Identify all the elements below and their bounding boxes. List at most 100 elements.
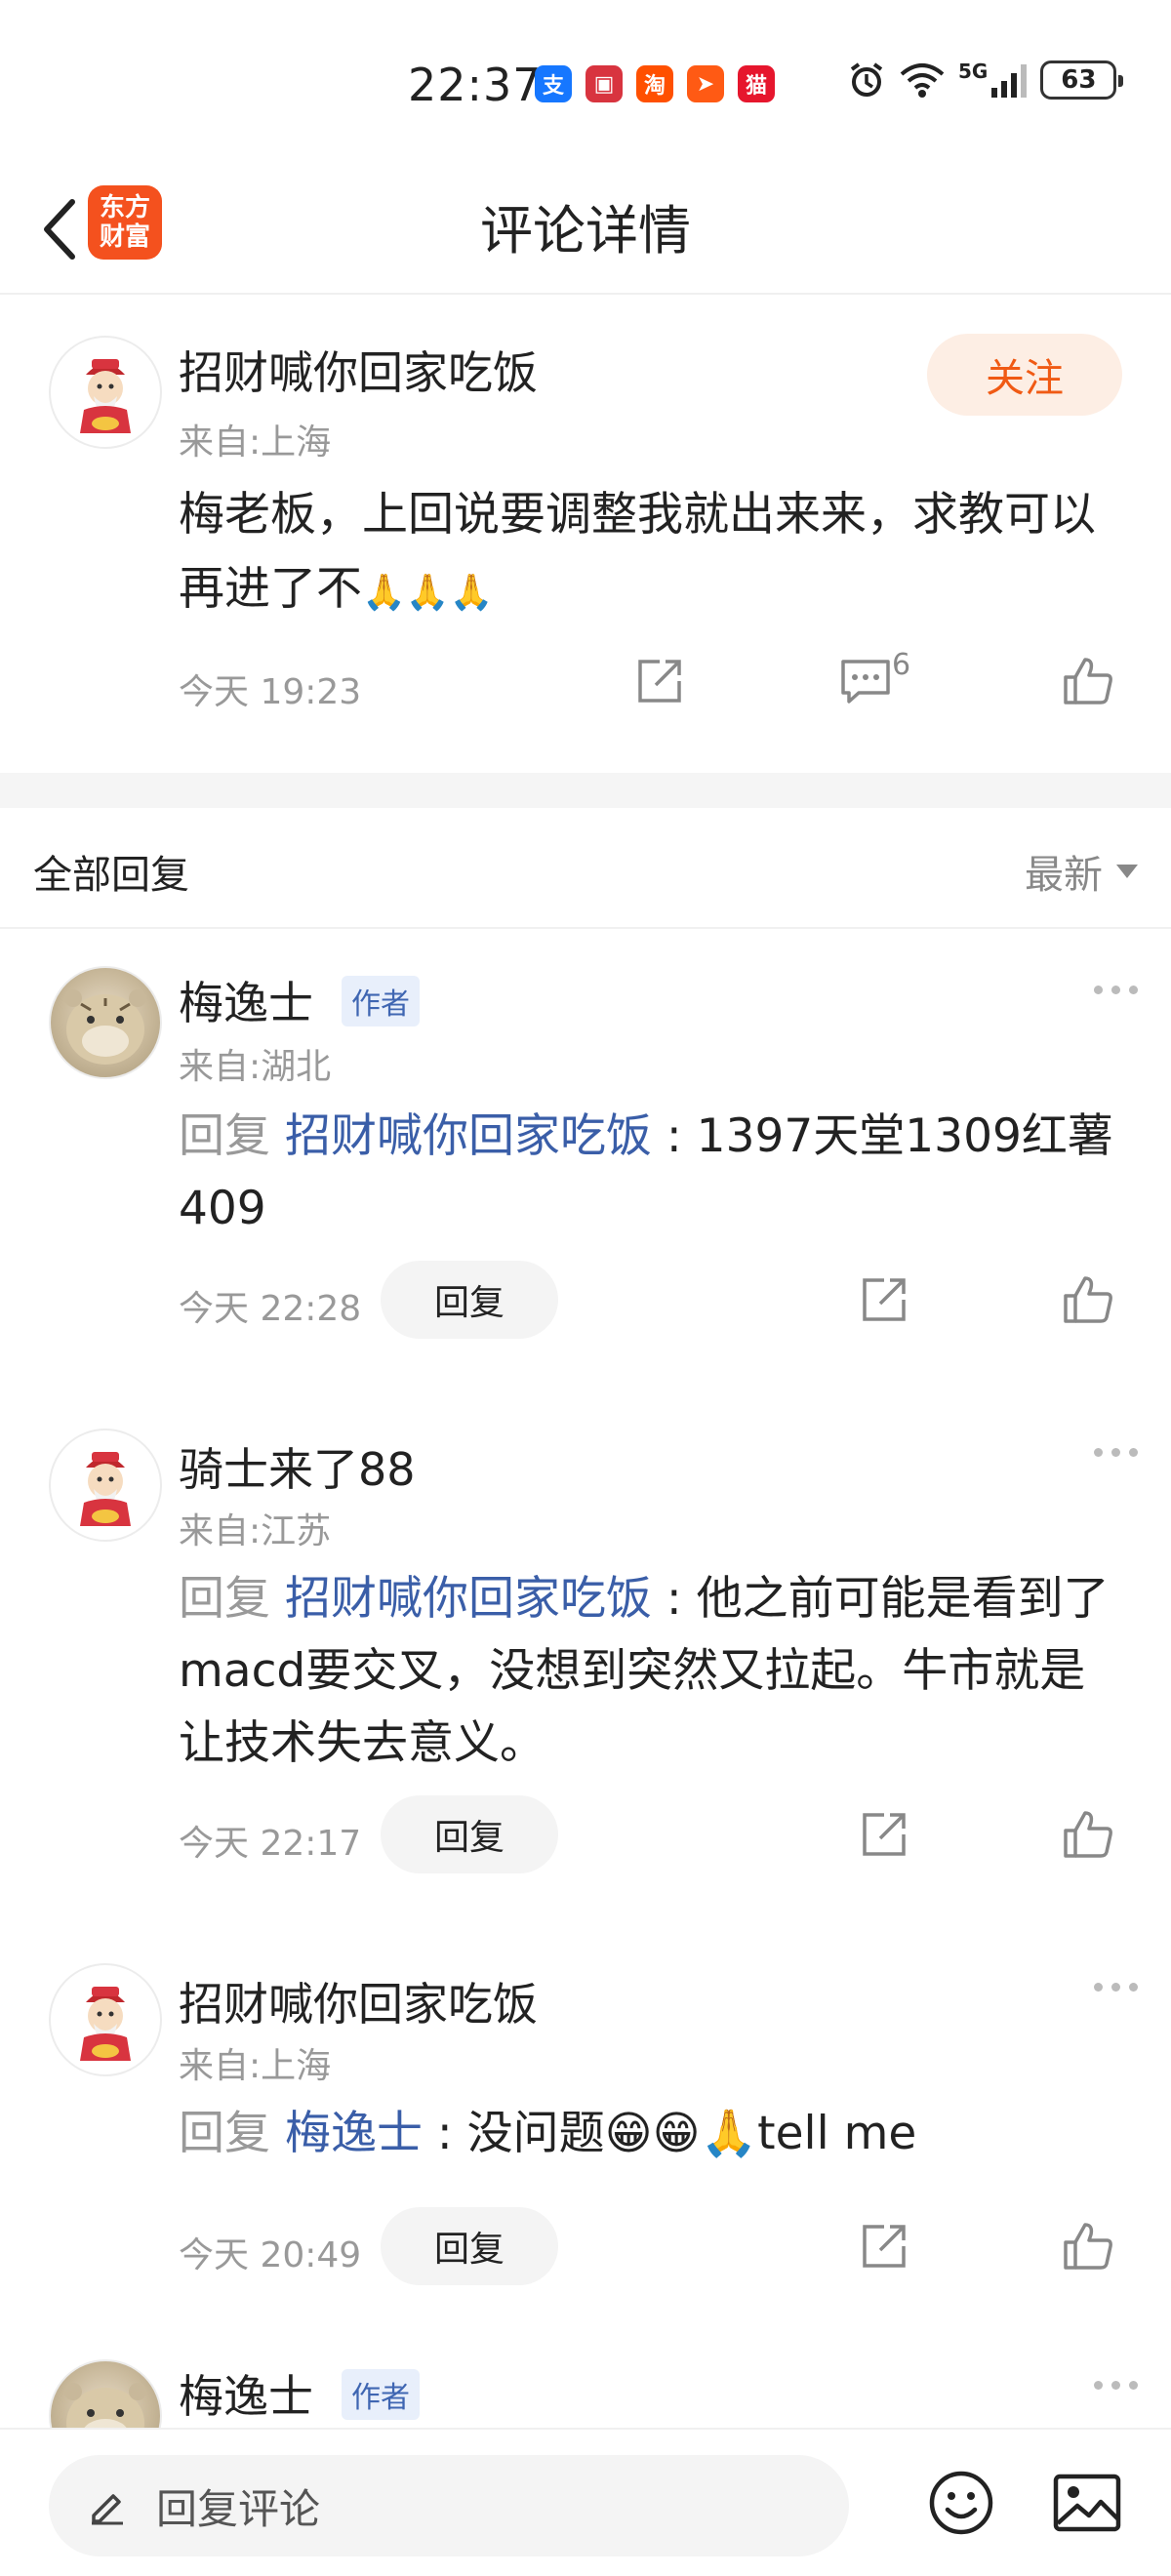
dot-icon [1111,986,1120,994]
page-title: 评论详情 [480,200,691,262]
like-button[interactable] [1062,1809,1114,1860]
reply-prefix: 回复 [179,1572,270,1626]
reply-button[interactable]: 回复 [381,2207,558,2285]
thumbs-up-icon [1064,1811,1112,1858]
more-options-button[interactable] [1094,986,1138,994]
mention-link[interactable]: 招财喊你回家吃饭 [285,1572,652,1626]
reply-location: 来自:湖北 [179,1047,332,1087]
bottom-input-bar: 回复评论 [0,2428,1171,2576]
reply-time: 今天 20:49 [179,2235,362,2275]
reply-separator: : [422,2107,467,2160]
image-icon [1053,2474,1121,2532]
reply-item: 招财喊你回家吃饭 来自:上海 回复 梅逸士 : 没问题😁😁🙏tell me 今天… [0,1922,1171,2342]
reply-input[interactable]: 回复评论 [49,2455,849,2556]
pencil-icon [92,2494,123,2525]
sort-dropdown[interactable]: 最新 [1025,843,1138,900]
reply-username[interactable]: 梅逸士 [179,2361,313,2426]
like-button[interactable] [1062,656,1114,706]
dot-icon [1111,1983,1120,1992]
status-time: 22:37 [408,59,543,111]
share-button[interactable] [859,1809,909,1860]
comment-text-body: 梅老板，上回说要调整我就出来来，求教可以再进了不 [179,488,1096,616]
mention-link[interactable]: 梅逸士 [285,2107,423,2160]
avatar[interactable] [49,336,162,449]
dot-icon [1129,1983,1138,1992]
more-options-button[interactable] [1094,2381,1138,2390]
reply-location: 来自:江苏 [179,1511,332,1551]
reply-prefix: 回复 [179,1109,270,1163]
reply-prefix: 回复 [179,2107,270,2160]
comment-username[interactable]: 招财喊你回家吃饭 [179,338,538,402]
dot-icon [1129,1448,1138,1457]
huawei-store-icon: ▣ [586,65,623,102]
tiger-avatar-icon [64,2383,146,2428]
more-options-button[interactable] [1094,1983,1138,1992]
reply-body: 没问题😁😁🙏tell me [466,2107,917,2160]
author-badge: 作者 [342,976,420,1026]
dot-icon [1094,986,1103,994]
replies-title: 全部回复 [33,853,189,898]
dot-icon [1094,1983,1103,1992]
battery-icon: 63 [1040,60,1124,100]
caishen-avatar-icon [80,359,131,433]
dot-icon [1129,2381,1138,2390]
taobao-icon: 淘 [636,65,673,102]
tmall-icon: 猫 [738,65,775,102]
thumbs-up-icon [1064,2223,1112,2270]
comment-count-badge: 6 [892,648,911,682]
avatar[interactable] [49,2359,162,2428]
status-bar: 22:37 支 ▣ 淘 ➤ 猫 5G 63 [0,0,1171,166]
reply-text: 回复 梅逸士 : 没问题😁😁🙏tell me [179,2098,1115,2170]
reply-username[interactable]: 梅逸士 [179,968,313,1032]
caishen-avatar-icon [80,1987,131,2061]
reply-button[interactable]: 回复 [381,1795,558,1873]
share-button[interactable] [859,2221,909,2272]
comment-text: 梅老板，上回说要调整我就出来来，求教可以再进了不🙏🙏🙏 [179,478,1115,630]
thumbs-up-icon [1064,1276,1112,1323]
reply-separator: : [651,1109,697,1163]
image-button[interactable] [1052,2469,1122,2541]
reply-button[interactable]: 回复 [381,1261,558,1339]
comment-bubble-icon [841,660,890,704]
status-indicators: 5G 63 [847,60,1124,100]
reply-time: 今天 22:28 [179,1289,362,1329]
dot-icon [1129,986,1138,994]
like-button[interactable] [1062,1274,1114,1325]
like-button[interactable] [1062,2221,1114,2272]
dot-icon [1111,2381,1120,2390]
share-icon [863,1278,906,1321]
dot-icon [1094,2381,1103,2390]
mention-link[interactable]: 招财喊你回家吃饭 [285,1109,652,1163]
tiger-avatar-icon [64,989,146,1065]
reply-separator: : [651,1572,697,1626]
reply-time: 今天 22:17 [179,1824,362,1864]
main-comment: 招财喊你回家吃饭 来自:上海 关注 梅老板，上回说要调整我就出来来，求教可以再进… [0,295,1171,773]
reply-input-placeholder: 回复评论 [156,2484,321,2533]
avatar[interactable] [49,966,162,1079]
avatar[interactable] [49,1429,162,1542]
author-badge: 作者 [342,2369,420,2420]
more-options-button[interactable] [1094,1448,1138,1457]
network-type-label: 5G [958,60,989,83]
reply-text: 回复 招财喊你回家吃饭 : 1397天堂1309红薯409 [179,1101,1115,1245]
signal-icon [991,64,1028,98]
comment-time: 今天 19:23 [179,672,362,712]
alarm-icon [850,62,883,97]
share-icon [863,2225,906,2268]
reply-item: 梅逸士 作者 来自:湖北 回复 招财喊你回家吃饭 : 1397天堂1309红薯4… [0,929,1171,1388]
emoji-button[interactable] [927,2469,995,2541]
caishen-avatar-icon [80,1452,131,1526]
reply-username[interactable]: 骑士来了88 [179,1434,416,1499]
alipay-icon: 支 [535,65,572,102]
share-button[interactable] [859,1274,909,1325]
top-nav-bar: 东方 财富 评论详情 [0,166,1171,295]
send-app-icon: ➤ [687,65,724,102]
share-button[interactable] [634,656,685,706]
avatar[interactable] [49,1963,162,2076]
follow-button[interactable]: 关注 [927,334,1122,416]
comment-count-button[interactable] [839,656,892,706]
reply-location: 来自:上海 [179,2046,332,2086]
emoji-icon [929,2471,993,2535]
caret-down-icon [1116,865,1138,878]
reply-username[interactable]: 招财喊你回家吃饭 [179,1969,538,2033]
